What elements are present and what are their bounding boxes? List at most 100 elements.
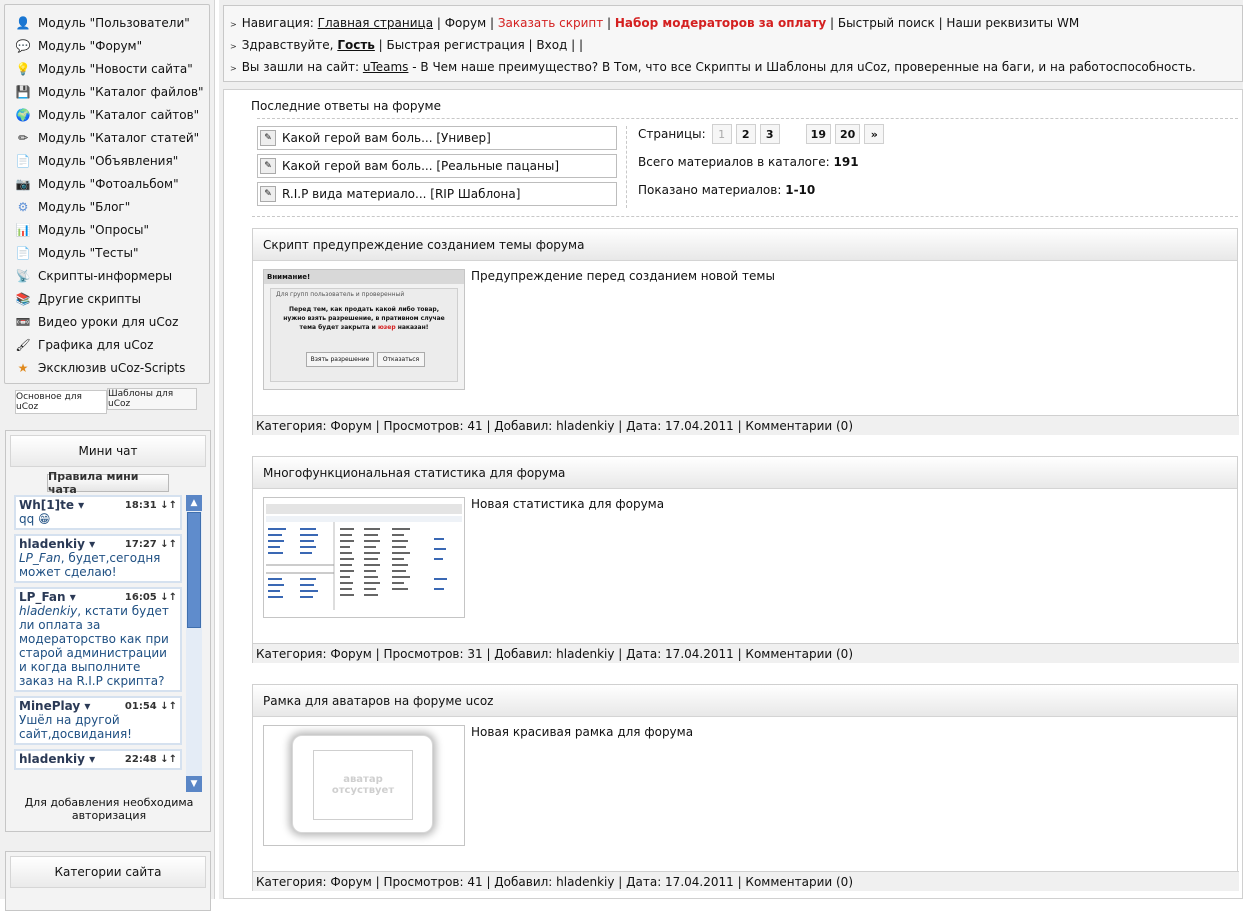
chat-nick[interactable]: Wh[1]te ▾ (19, 498, 84, 512)
main-area: > Навигация: Главная страница | Форум | З… (219, 0, 1243, 899)
chat-scrollbar[interactable]: ▲ ▼ (186, 495, 202, 792)
nav-label: Навигация: (241, 16, 314, 30)
chat-time[interactable]: 16:05 ↓↑ (125, 592, 177, 603)
nav-order-link[interactable]: Заказать скрипт (498, 16, 603, 30)
module-item[interactable]: 🌍 Модуль "Каталог сайтов" (5, 103, 209, 126)
page-1[interactable]: 1 (711, 124, 732, 144)
chat-text: qq 😁 (19, 512, 51, 526)
bar-chart-icon: 📊 (15, 222, 31, 237)
content-panel: Последние ответы на форуме ✎ Какой герой … (223, 89, 1243, 899)
entry-title[interactable]: Рамка для аватаров на форуме ucoz (253, 685, 1237, 717)
chat-time[interactable]: 18:31 ↓↑ (125, 500, 177, 511)
tab-templates-ucoz[interactable]: Шаблоны для uCoz (107, 388, 197, 410)
entry-thumbnail[interactable]: аватар отсуствует (263, 725, 465, 846)
left-sidebar: 👤 Модуль "Пользователи" 💬 Модуль "Форум" 💡 Мо… (0, 0, 215, 911)
nav-home-link[interactable]: Главная страница (318, 16, 433, 30)
chat-nick[interactable]: hladenkiy ▾ (19, 752, 95, 766)
camera-icon: 📷 (15, 176, 31, 191)
module-tabs: Основное для uCoz Шаблоны для uCoz (15, 388, 197, 414)
thumb-red: юзер (377, 324, 396, 331)
entry-description: Новая красивая рамка для форума (471, 725, 694, 739)
pencil-icon: ✏ (17, 130, 29, 145)
scroll-up-arrow-icon[interactable]: ▲ (186, 495, 202, 511)
chat-time[interactable]: 01:54 ↓↑ (125, 701, 177, 712)
nav-quick-search-link[interactable]: Быстрый поиск (838, 16, 935, 30)
broadcast-icon: 📡 (15, 268, 31, 283)
page-19[interactable]: 19 (805, 124, 831, 144)
module-menu: 👤 Модуль "Пользователи" 💬 Модуль "Форум" 💡 Мо… (4, 4, 210, 384)
mini-chat-title: Мини чат (10, 435, 206, 467)
thumb-button: Взять разрешение (306, 352, 374, 367)
total-materials: Всего материалов в каталоге: 191 (638, 155, 859, 169)
scroll-thumb[interactable] (187, 512, 201, 628)
entry-description: Предупреждение перед созданием новой тем… (471, 269, 775, 283)
module-item[interactable]: 👤 Модуль "Пользователи" (5, 11, 209, 34)
chat-time[interactable]: 22:48 ↓↑ (125, 754, 177, 765)
module-item[interactable]: 📼 Видео уроки для uCoz (5, 310, 209, 333)
entry-thumbnail[interactable]: Внимание! Для групп пользователь и прове… (263, 269, 465, 390)
module-label: Модуль "Блог" (38, 199, 131, 214)
module-label: Модуль "Каталог сайтов" (38, 107, 200, 122)
arrow-icon: > (230, 20, 237, 29)
chat-rules-button[interactable]: Правила мини чата (47, 470, 169, 496)
chat-message: hladenkiy ▾ 22:48 ↓↑ (14, 749, 182, 770)
chat-mention[interactable]: hladenkiy (19, 604, 77, 618)
forum-reply-text: Какой герой вам боль... [Универ] (282, 131, 491, 145)
nav-line-3: > Вы зашли на сайт: uTeams - В Чем наше п… (230, 60, 1196, 74)
module-item[interactable]: 🖌 Графика для uCoz (5, 333, 209, 356)
chat-nick[interactable]: MinePlay ▾ (19, 699, 90, 713)
chat-text: hladenkiy, кстати будет ли оплата за мод… (19, 604, 169, 688)
chat-nick[interactable]: LP_Fan ▾ (19, 590, 76, 604)
site-link[interactable]: uTeams (363, 60, 409, 74)
tab-main-ucoz[interactable]: Основное для uCoz (15, 390, 107, 414)
forum-reply-text: R.I.P вида материало... [RIP Шаблона] (282, 187, 521, 201)
thumb-line: наказан! (397, 324, 429, 331)
forum-post-icon: ✎ (260, 186, 276, 202)
module-item[interactable]: 📚 Другие скрипты (5, 287, 209, 310)
scroll-down-arrow-icon[interactable]: ▼ (186, 776, 202, 792)
nav-forum-link[interactable]: Форум (445, 16, 486, 30)
module-item[interactable]: 💡 Модуль "Новости сайта" (5, 57, 209, 80)
star-icon: ★ (17, 360, 29, 375)
module-item[interactable]: 📄 Модуль "Тесты" (5, 241, 209, 264)
module-item[interactable]: 📷 Модуль "Фотоальбом" (5, 172, 209, 195)
thumb-sub: Для групп пользователь и проверенный (276, 291, 405, 298)
forum-reply-item[interactable]: ✎ R.I.P вида материало... [RIP Шаблона] (257, 182, 617, 206)
module-label: Модуль "Пользователи" (38, 15, 190, 30)
forum-reply-item[interactable]: ✎ Какой герой вам боль... [Реальные пацан… (257, 154, 617, 178)
nav-moderators-link[interactable]: Набор модераторов за оплату (615, 16, 826, 30)
scripts-icon: 📚 (15, 291, 31, 306)
module-item[interactable]: 📄 Модуль "Объявления" (5, 149, 209, 172)
module-item[interactable]: ★ Эксклюзив uCoz-Scripts (5, 356, 209, 379)
module-item[interactable]: 💬 Модуль "Форум" (5, 34, 209, 57)
forum-post-icon: ✎ (260, 130, 276, 146)
module-label: Эксклюзив uCoz-Scripts (38, 360, 186, 375)
entry-title[interactable]: Многофункциональная статистика для форум… (253, 457, 1237, 489)
arrow-icon: > (230, 42, 237, 51)
module-item[interactable]: ✏ Модуль "Каталог статей" (5, 126, 209, 149)
chat-mention[interactable]: LP_Fan (19, 551, 61, 565)
module-item[interactable]: 📡 Скрипты-информеры (5, 264, 209, 287)
module-item[interactable]: ⚙ Модуль "Блог" (5, 195, 209, 218)
module-item[interactable]: 📊 Модуль "Опросы" (5, 218, 209, 241)
chat-time[interactable]: 17:27 ↓↑ (125, 539, 177, 550)
nav-requisites-link[interactable]: Наши реквизиты WM (946, 16, 1079, 30)
chat-message: hladenkiy ▾ 17:27 ↓↑ LP_Fan, будет,сегодня… (14, 534, 182, 583)
forum-reply-item[interactable]: ✎ Какой герой вам боль... [Универ] (257, 126, 617, 150)
guest-link[interactable]: Гость (337, 38, 375, 52)
page-3[interactable]: 3 (759, 124, 780, 144)
quick-register-link[interactable]: Быстрая регистрация (387, 38, 525, 52)
brush-icon: 🖌 (15, 337, 31, 352)
page-2[interactable]: 2 (735, 124, 756, 144)
avatar-text: аватар (343, 774, 383, 785)
chat-nick[interactable]: hladenkiy ▾ (19, 537, 95, 551)
entry-thumbnail[interactable] (263, 497, 465, 618)
floppy-disk-icon: 💾 (15, 84, 31, 99)
module-item[interactable]: 💾 Модуль "Каталог файлов" (5, 80, 209, 103)
entry-body: Внимание! Для групп пользователь и прове… (253, 261, 1237, 415)
page-next[interactable]: » (864, 124, 885, 144)
login-link[interactable]: Вход (536, 38, 567, 52)
entry-title[interactable]: Скрипт предупреждение созданием темы фор… (253, 229, 1237, 261)
page-20[interactable]: 20 (834, 124, 861, 144)
module-label: Скрипты-информеры (38, 268, 173, 283)
